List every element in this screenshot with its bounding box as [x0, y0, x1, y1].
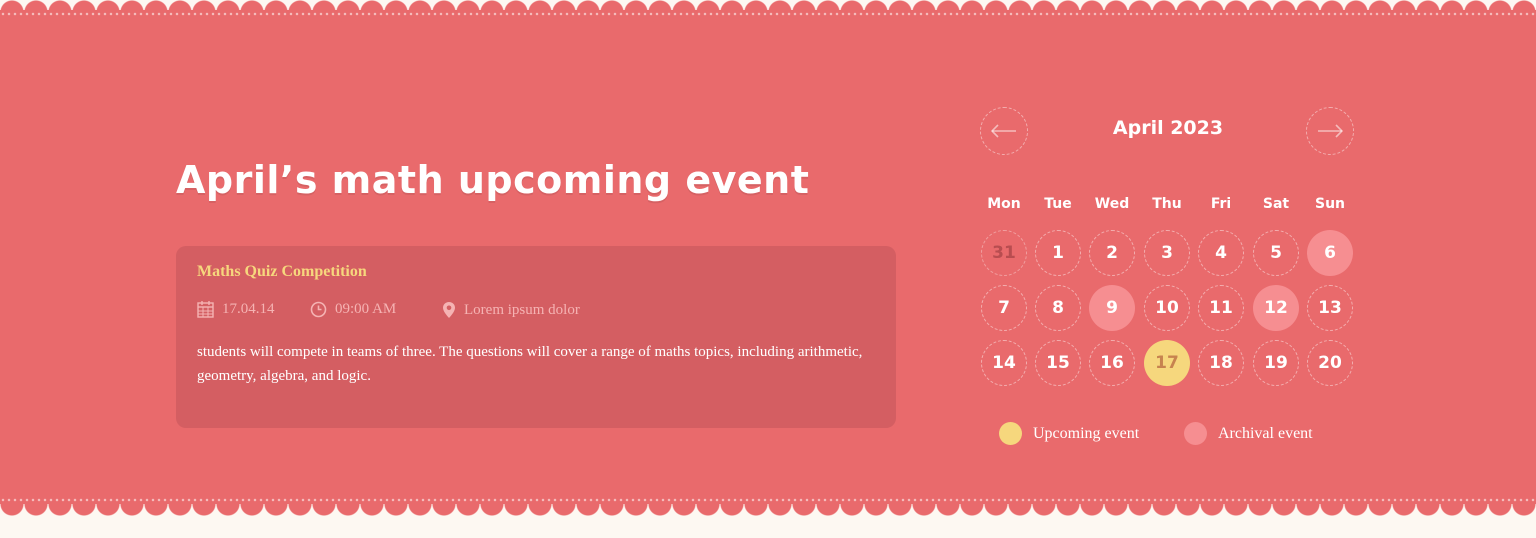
- calendar-day[interactable]: 18: [1198, 340, 1244, 386]
- calendar-day[interactable]: 12: [1253, 285, 1299, 331]
- event-time: 09:00 AM: [310, 301, 396, 318]
- calendar-day[interactable]: 10: [1144, 285, 1190, 331]
- event-location: Lorem ipsum dolor: [442, 301, 580, 319]
- upcoming-dot: [999, 422, 1022, 445]
- prev-month-button[interactable]: [980, 107, 1028, 155]
- clock-icon: [310, 301, 327, 318]
- calendar-day[interactable]: 2: [1089, 230, 1135, 276]
- weekday-thu: Thu: [1152, 196, 1182, 212]
- calendar-day[interactable]: 3: [1144, 230, 1190, 276]
- next-month-button[interactable]: [1306, 107, 1354, 155]
- legend-archival-label: Archival event: [1218, 424, 1313, 442]
- event-description: students will compete in teams of three.…: [197, 344, 863, 384]
- legend-upcoming: Upcoming event: [999, 422, 1139, 445]
- calendar-day[interactable]: 13: [1307, 285, 1353, 331]
- arrow-left-icon: [991, 124, 1016, 138]
- calendar-day[interactable]: 31: [981, 230, 1027, 276]
- scallop-border-top: [0, 0, 1536, 22]
- weekday-sun: Sun: [1314, 196, 1346, 212]
- calendar-day[interactable]: 16: [1089, 340, 1135, 386]
- archival-dot: [1184, 422, 1207, 445]
- calendar-day[interactable]: 17: [1144, 340, 1190, 386]
- calendar-icon: [197, 301, 214, 318]
- calendar-day[interactable]: 15: [1035, 340, 1081, 386]
- calendar-day[interactable]: 20: [1307, 340, 1353, 386]
- location-pin-icon: [443, 302, 455, 318]
- calendar-day[interactable]: 11: [1198, 285, 1244, 331]
- event-date-text: 17.04.14: [222, 301, 275, 317]
- calendar-day[interactable]: 14: [981, 340, 1027, 386]
- stitch-bottom: [0, 498, 1536, 502]
- weekday-fri: Fri: [1210, 196, 1232, 212]
- weekday-sat: Sat: [1262, 196, 1290, 212]
- calendar-day[interactable]: 4: [1198, 230, 1244, 276]
- weekday-wed: Wed: [1094, 196, 1130, 212]
- legend-archival: Archival event: [1184, 422, 1313, 445]
- event-card: Maths Quiz Competition 17.04.14 09:00 AM…: [176, 246, 896, 428]
- calendar-month-label: April 2023: [1112, 117, 1224, 139]
- calendar-day[interactable]: 6: [1307, 230, 1353, 276]
- legend-upcoming-label: Upcoming event: [1033, 424, 1140, 442]
- event-date: 17.04.14: [197, 301, 275, 318]
- arrow-right-icon: [1318, 124, 1343, 138]
- event-location-text: Lorem ipsum dolor: [464, 301, 580, 318]
- calendar-day[interactable]: 7: [981, 285, 1027, 331]
- weekday-mon: Mon: [987, 196, 1021, 212]
- section-title: April’s math upcoming event: [176, 158, 810, 202]
- weekday-tue: Tue: [1044, 196, 1072, 212]
- stitch-top: [0, 12, 1536, 16]
- event-time-text: 09:00 AM: [335, 301, 397, 317]
- calendar-day[interactable]: 8: [1035, 285, 1081, 331]
- calendar-day[interactable]: 9: [1089, 285, 1135, 331]
- calendar-day[interactable]: 1: [1035, 230, 1081, 276]
- calendar-day[interactable]: 19: [1253, 340, 1299, 386]
- event-title[interactable]: Maths Quiz Competition: [197, 263, 367, 281]
- calendar-day[interactable]: 5: [1253, 230, 1299, 276]
